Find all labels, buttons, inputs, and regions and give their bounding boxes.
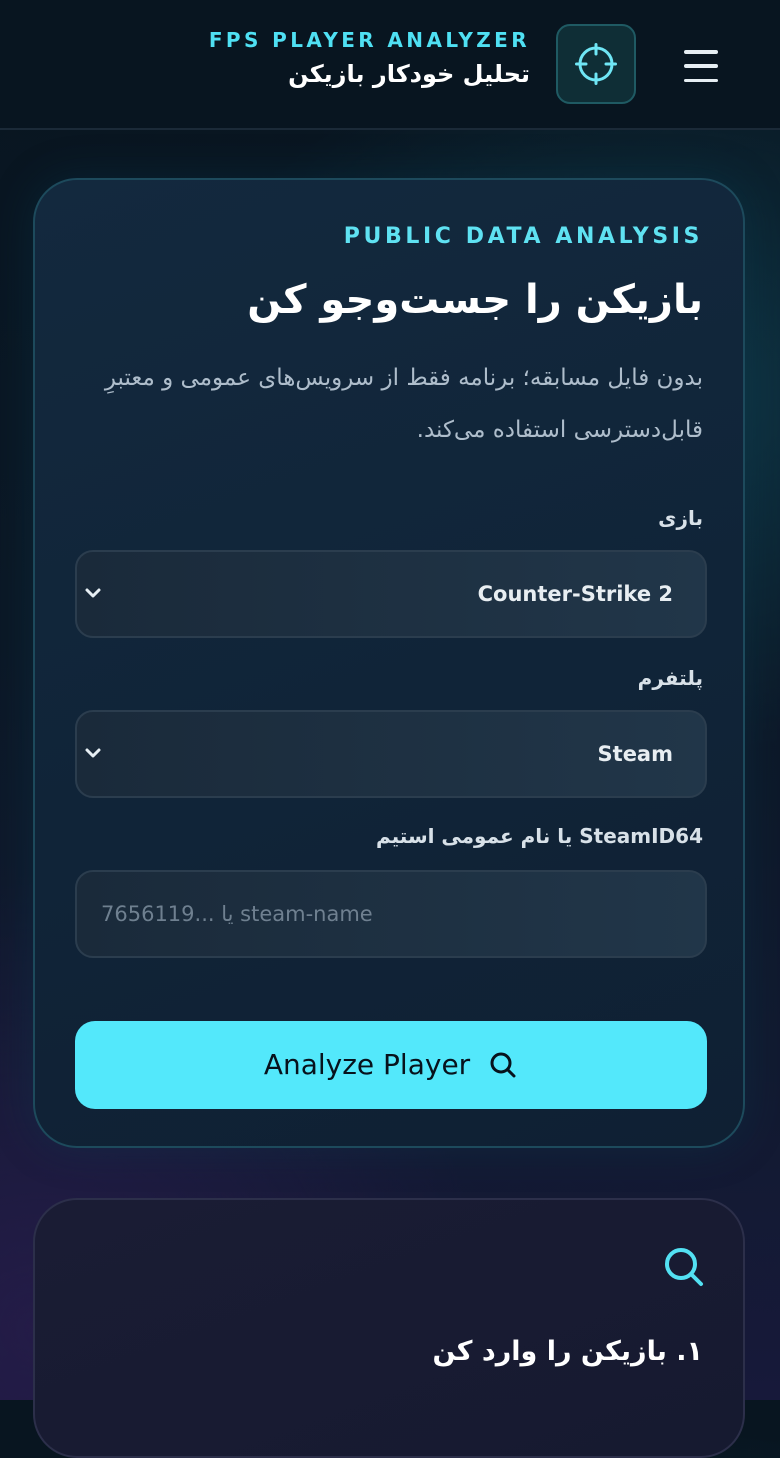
steps-card: ۱. بازیکن را وارد کن [33,1198,745,1458]
steam-id-label: SteamID64 یا نام عمومی استیم [375,824,703,848]
menu-bar-middle [684,64,718,68]
search-icon [665,1248,703,1286]
platform-select[interactable]: Steam [75,710,707,798]
brand-subtitle: FPS PLAYER ANALYZER [208,28,530,52]
hamburger-menu-icon[interactable] [684,46,724,86]
logo-button[interactable] [556,24,636,104]
card-title: بازیکن را جست‌وجو کن [247,277,703,323]
game-select[interactable]: Counter-Strike 2 [75,550,707,638]
search-card: PUBLIC DATA ANALYSIS بازیکن را جست‌وجو ک… [33,178,745,1148]
game-label: بازی [658,506,703,530]
platform-label: پلتفرم [637,666,703,690]
steam-id-input[interactable] [77,872,705,956]
step-1-title: ۱. بازیکن را وارد کن [432,1336,703,1367]
brand-title: تحلیل خودکار بازیکن [288,60,530,88]
crosshair-icon [575,43,617,85]
analyze-player-button[interactable]: Analyze Player [75,1021,707,1109]
menu-bar-top [684,50,718,54]
search-icon [490,1052,516,1078]
card-eyebrow: PUBLIC DATA ANALYSIS [343,224,703,249]
chevron-down-icon [85,588,101,598]
analyze-button-label: Analyze Player [263,1048,471,1081]
card-description: بدون فایل مسابقه؛ برنامه فقط از سرویس‌ها… [104,365,703,443]
game-select-value: Counter-Strike 2 [477,582,673,606]
chevron-down-icon [85,748,101,758]
menu-bar-bottom [684,78,718,82]
platform-select-value: Steam [597,742,673,766]
brand: FPS PLAYER ANALYZER تحلیل خودکار بازیکن [209,28,530,89]
steam-id-field[interactable] [75,870,707,958]
app-header: FPS PLAYER ANALYZER تحلیل خودکار بازیکن [0,0,780,130]
